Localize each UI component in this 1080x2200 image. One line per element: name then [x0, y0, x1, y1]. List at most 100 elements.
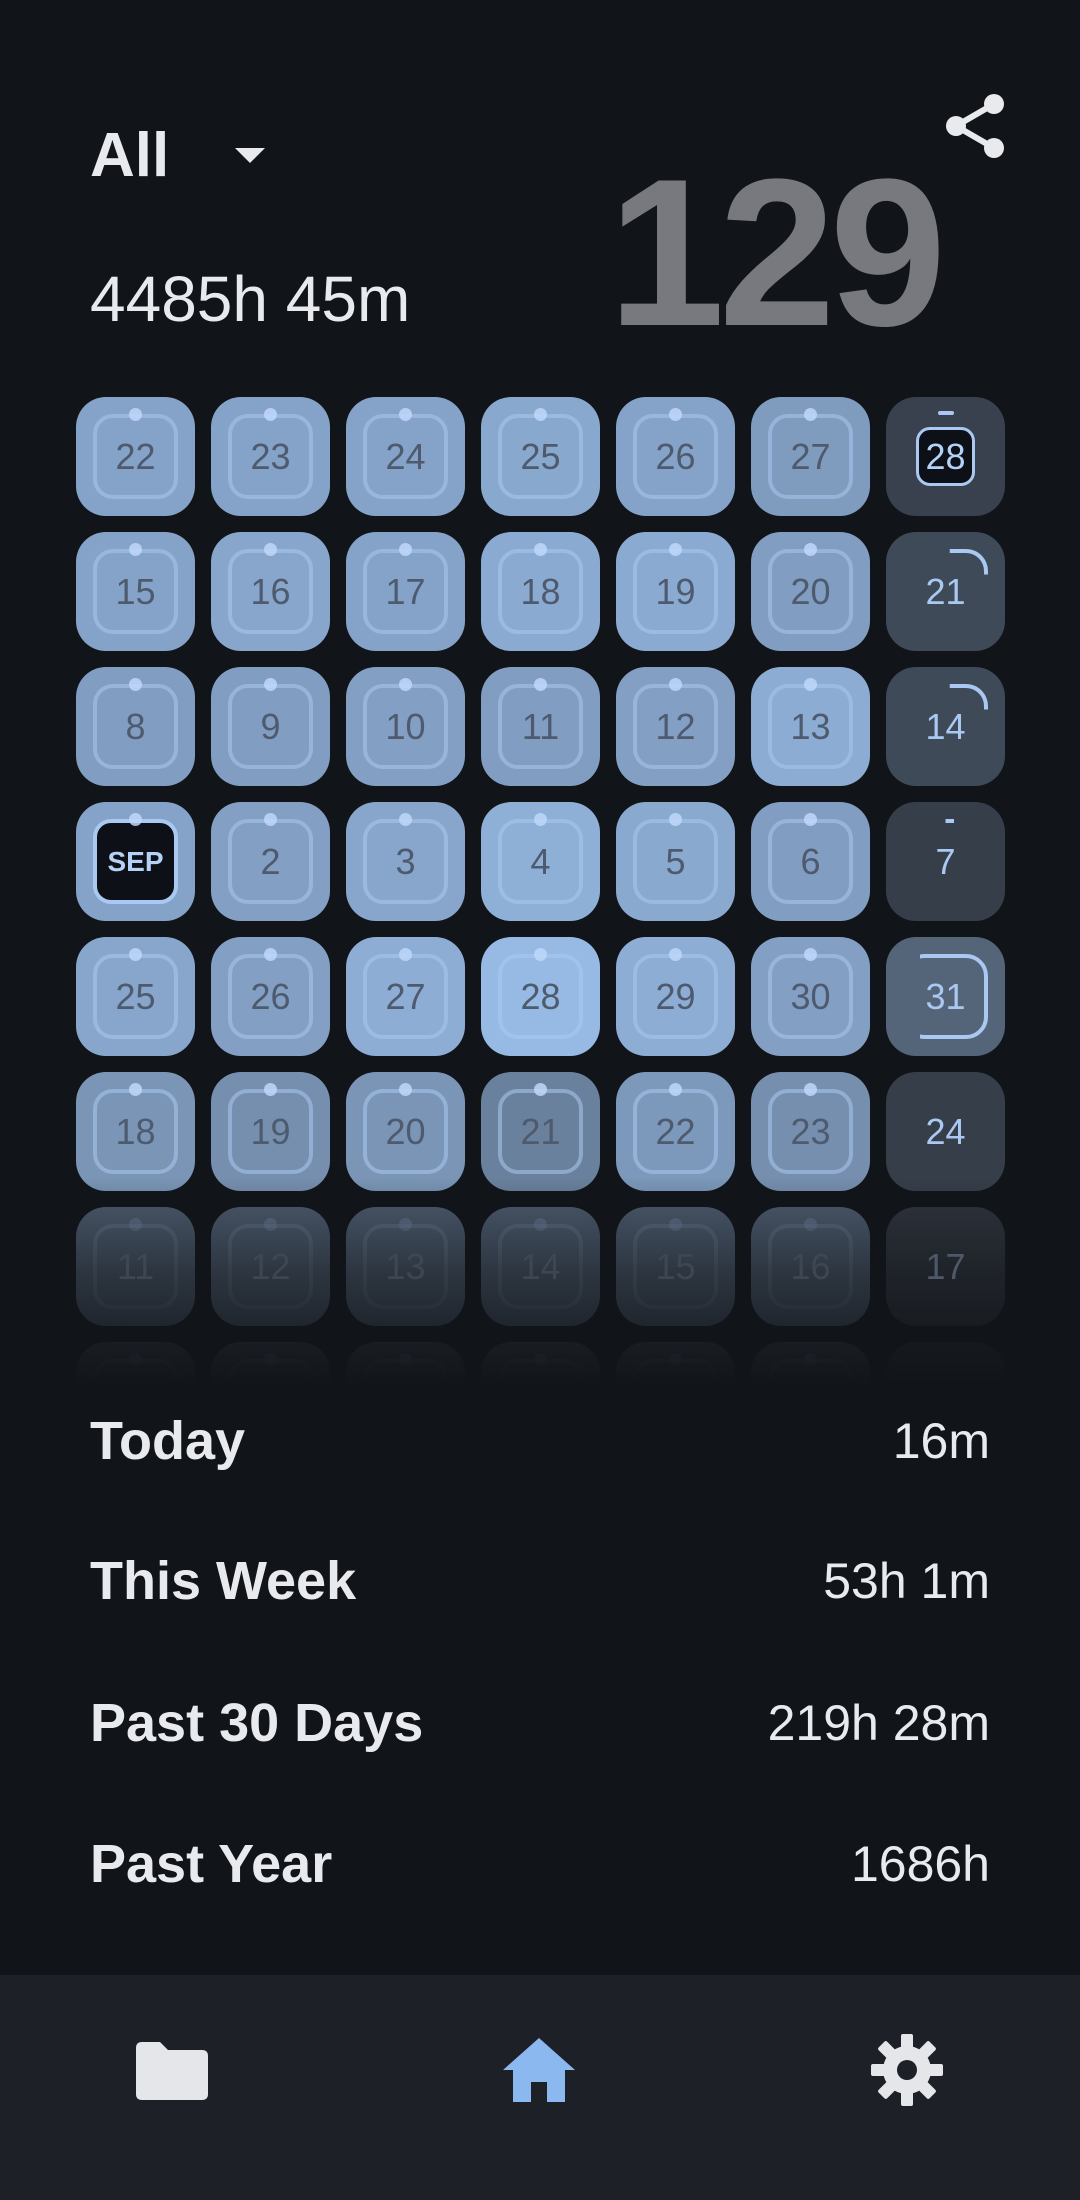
day-marker — [804, 678, 817, 691]
day-marker — [264, 1353, 277, 1366]
calendar-day-cell[interactable]: 29 — [616, 937, 735, 1056]
day-number: 21 — [520, 1110, 561, 1152]
day-number: 30 — [790, 975, 831, 1017]
day-marker — [669, 813, 682, 826]
calendar-day-cell[interactable]: 20 — [751, 532, 870, 651]
calendar-day-cell[interactable]: 18 — [481, 532, 600, 651]
calendar-day-cell[interactable]: 25 — [481, 397, 600, 516]
day-number: 15 — [115, 570, 156, 612]
day-marker — [534, 408, 547, 421]
calendar-day-cell[interactable]: 13 — [346, 1207, 465, 1326]
calendar-day-cell[interactable]: 7 — [886, 802, 1005, 921]
calendar-day-cell[interactable]: 2 — [211, 802, 330, 921]
nav-folder-button[interactable] — [122, 2020, 222, 2120]
calendar-day-cell[interactable]: 28 — [481, 937, 600, 1056]
calendar-day-cell[interactable]: SEP — [76, 802, 195, 921]
calendar-day-cell[interactable]: 14 — [886, 667, 1005, 786]
calendar-day-cell[interactable]: 5 — [616, 802, 735, 921]
calendar-day-cell[interactable]: 21 — [886, 532, 1005, 651]
calendar-day-cell[interactable]: 28 — [886, 397, 1005, 516]
calendar-day-cell[interactable] — [76, 1342, 195, 1387]
day-marker — [399, 1353, 412, 1366]
day-marker — [399, 408, 412, 421]
day-number: 10 — [385, 705, 426, 747]
calendar-day-cell[interactable]: 23 — [211, 397, 330, 516]
day-marker — [264, 1083, 277, 1096]
stat-row-past-30-days: Past 30 Days 219h 28m — [90, 1692, 990, 1754]
calendar-day-cell[interactable] — [751, 1342, 870, 1387]
calendar-day-cell[interactable]: 9 — [211, 667, 330, 786]
stat-row-past-year: Past Year 1686h — [90, 1833, 990, 1895]
day-number: 26 — [250, 975, 291, 1017]
calendar-day-cell[interactable]: 31 — [886, 937, 1005, 1056]
day-marker — [129, 678, 142, 691]
calendar-day-cell[interactable] — [346, 1342, 465, 1387]
calendar-day-cell[interactable]: 11 — [481, 667, 600, 786]
calendar-day-cell[interactable]: 17 — [346, 532, 465, 651]
day-number: 29 — [655, 975, 696, 1017]
calendar-day-cell[interactable]: 19 — [616, 532, 735, 651]
day-number: 6 — [800, 840, 821, 882]
day-number: 16 — [790, 1245, 831, 1287]
day-number: 23 — [790, 1110, 831, 1152]
calendar-day-cell[interactable]: 15 — [76, 532, 195, 651]
calendar-day-cell[interactable]: 17 — [886, 1207, 1005, 1326]
calendar-day-cell[interactable]: 24 — [346, 397, 465, 516]
calendar-day-cell[interactable]: 8 — [76, 667, 195, 786]
day-number: 14 — [925, 705, 966, 747]
bottom-nav — [0, 1975, 1080, 2200]
day-marker — [129, 948, 142, 961]
calendar-day-cell[interactable]: 25 — [76, 937, 195, 1056]
day-number: 8 — [125, 705, 146, 747]
calendar-day-cell[interactable] — [616, 1342, 735, 1387]
share-icon[interactable] — [944, 92, 1008, 160]
day-number: 13 — [790, 705, 831, 747]
calendar-day-cell[interactable]: 12 — [616, 667, 735, 786]
calendar-day-cell[interactable]: 13 — [751, 667, 870, 786]
day-marker — [804, 813, 817, 826]
calendar-day-cell[interactable]: 11 — [76, 1207, 195, 1326]
calendar-day-cell[interactable]: 16 — [751, 1207, 870, 1326]
day-number: 16 — [250, 570, 291, 612]
calendar-day-cell[interactable]: 14 — [481, 1207, 600, 1326]
calendar-day-cell[interactable] — [886, 1342, 1005, 1387]
calendar-day-cell[interactable]: 27 — [346, 937, 465, 1056]
calendar-day-cell[interactable]: 19 — [211, 1072, 330, 1191]
stat-label: Today — [90, 1411, 246, 1471]
folder-icon — [136, 2042, 208, 2100]
calendar-day-cell[interactable] — [481, 1342, 600, 1387]
day-number: 25 — [520, 435, 561, 477]
calendar-day-cell[interactable]: 30 — [751, 937, 870, 1056]
calendar-day-cell[interactable]: 18 — [76, 1072, 195, 1191]
day-number: 22 — [115, 435, 156, 477]
calendar-day-cell[interactable]: 23 — [751, 1072, 870, 1191]
calendar-day-cell[interactable]: 22 — [616, 1072, 735, 1191]
calendar-day-cell[interactable]: 22 — [76, 397, 195, 516]
stat-value: 219h 28m — [767, 1695, 990, 1751]
filter-dropdown[interactable]: All — [90, 120, 266, 191]
today-marker — [938, 411, 954, 415]
calendar-day-cell[interactable]: 21 — [481, 1072, 600, 1191]
stat-value: 53h 1m — [823, 1553, 990, 1609]
calendar-day-cell[interactable]: 26 — [211, 937, 330, 1056]
calendar-day-cell[interactable]: 20 — [346, 1072, 465, 1191]
nav-home-button[interactable] — [489, 2020, 589, 2120]
calendar-day-cell[interactable] — [211, 1342, 330, 1387]
calendar-day-cell[interactable]: 27 — [751, 397, 870, 516]
stat-label: Past Year — [90, 1834, 333, 1894]
calendar-day-cell[interactable]: 16 — [211, 532, 330, 651]
calendar-day-cell[interactable]: 24 — [886, 1072, 1005, 1191]
calendar-day-cell[interactable]: 12 — [211, 1207, 330, 1326]
day-marker — [534, 1218, 547, 1231]
day-number: 12 — [250, 1245, 291, 1287]
calendar-day-cell[interactable]: 26 — [616, 397, 735, 516]
calendar-day-cell[interactable]: 6 — [751, 802, 870, 921]
day-number: 2 — [260, 840, 281, 882]
calendar-day-cell[interactable]: 3 — [346, 802, 465, 921]
calendar-day-cell[interactable]: 10 — [346, 667, 465, 786]
day-marker — [399, 1218, 412, 1231]
nav-settings-button[interactable] — [857, 2020, 957, 2120]
calendar-day-cell[interactable]: 4 — [481, 802, 600, 921]
screen: All 4485h 45m 129 22 23 24 25 26 27 28 15 16 17 18… — [0, 0, 1080, 2200]
calendar-day-cell[interactable]: 15 — [616, 1207, 735, 1326]
